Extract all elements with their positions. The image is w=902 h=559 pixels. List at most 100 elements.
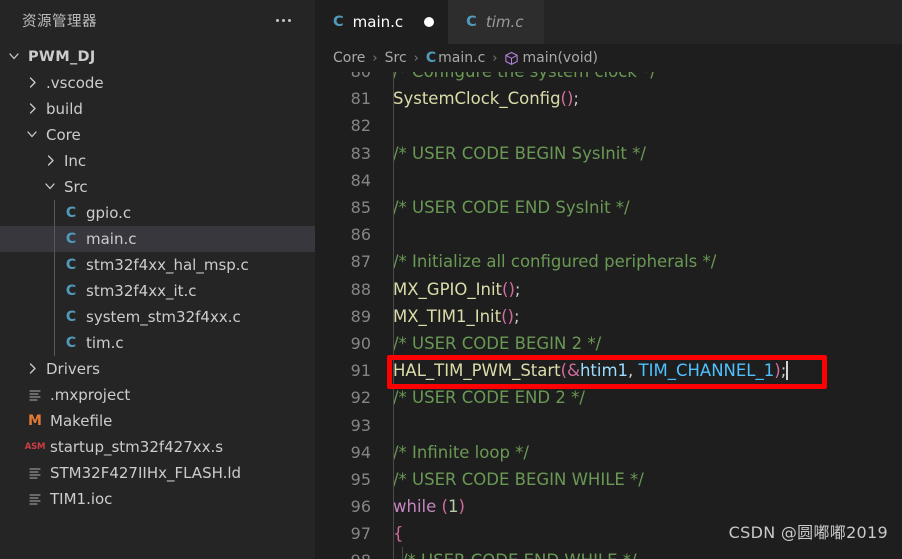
- code-line-90: 90 /* USER CODE BEGIN 2 */: [315, 329, 902, 358]
- indent-guide: [393, 72, 394, 86]
- tree-file-stm32f4xx-hal-msp-c[interactable]: Cstm32f4xx_hal_msp.c: [0, 252, 315, 278]
- code-line-86: 86: [315, 221, 902, 249]
- c-file-icon: C: [333, 14, 344, 30]
- tree-file-system-stm32f4xx-c[interactable]: Csystem_stm32f4xx.c: [0, 304, 315, 330]
- tree-folder-build[interactable]: build: [0, 96, 315, 122]
- ellipsis-icon[interactable]: [276, 18, 301, 22]
- chevron-right-icon[interactable]: [42, 148, 60, 174]
- tree-folder-inc[interactable]: Inc: [0, 148, 315, 174]
- explorer-title: 资源管理器: [22, 13, 97, 30]
- tree-folder-drivers[interactable]: Drivers: [0, 356, 315, 382]
- editor-tab-tim-c[interactable]: Ctim.c: [448, 0, 544, 44]
- code-token: /* USER CODE BEGIN SysInit */: [393, 143, 646, 163]
- text-cursor: [786, 361, 788, 381]
- breadcrumb-label: Src: [384, 50, 407, 66]
- code-line-91: 91 HAL_TIM_PWM_Start(&htim1, TIM_CHANNEL_…: [315, 357, 902, 385]
- indent-guide: [393, 302, 394, 330]
- indent-guide: [393, 384, 394, 412]
- indent-guide: [393, 85, 394, 113]
- c-file-icon: C: [65, 335, 77, 351]
- tree-file-mxproject[interactable]: .mxproject: [0, 382, 315, 408]
- chevron-right-icon[interactable]: [24, 96, 42, 122]
- code-line-text: while (1): [393, 497, 465, 516]
- code-token: &: [567, 361, 580, 381]
- indent-guide: [393, 357, 394, 385]
- code-token: htim1: [579, 361, 629, 381]
- text-file-icon: [24, 492, 46, 506]
- code-line-81: 81 SystemClock_Config();: [315, 85, 902, 113]
- tree-item-label: stm32f4xx_it.c: [86, 282, 197, 300]
- tree-folder-core[interactable]: Core: [0, 122, 315, 148]
- chevron-right-icon[interactable]: [24, 356, 42, 382]
- code-editor[interactable]: 80/* Configure the system clock */ 81 Syst…: [315, 72, 902, 559]
- tree-folder-vscode[interactable]: .vscode: [0, 70, 315, 96]
- editor-tab-main-c[interactable]: Cmain.c: [315, 0, 449, 44]
- code-token: ,: [628, 361, 639, 381]
- breadcrumb-label: Core: [333, 50, 366, 66]
- breadcrumb-item-main-void-[interactable]: main(void): [504, 50, 598, 66]
- tree-file-tim1-ioc[interactable]: TIM1.ioc: [0, 486, 315, 512]
- unsaved-dot-icon[interactable]: [424, 17, 435, 27]
- c-file-icon: C: [425, 50, 437, 66]
- chevron-down-icon[interactable]: [42, 174, 60, 200]
- tree-folder-src[interactable]: Src: [0, 174, 315, 200]
- tree-item-label: Makefile: [50, 412, 113, 430]
- file-tree: PWM_DJ .vscode build Core Inc Src Cgpio.c Cmain…: [0, 40, 315, 512]
- code-token: /* Initialize all configured peripherals…: [393, 252, 717, 272]
- tree-item-label: Inc: [64, 152, 87, 170]
- chevron-down-icon[interactable]: [24, 122, 42, 148]
- line-number: 86: [350, 225, 371, 245]
- breadcrumb-item-main-c[interactable]: Cmain.c: [426, 50, 485, 66]
- code-token: 1: [447, 497, 459, 517]
- code-line-83: 83 /* USER CODE BEGIN SysInit */: [315, 139, 902, 167]
- breadcrumb-label: main.c: [438, 50, 486, 66]
- code-line-92: 92 /* USER CODE END 2 */: [315, 384, 902, 412]
- indent-guide: [393, 520, 394, 548]
- code-token: MX_TIM1_Init: [393, 306, 502, 326]
- indent-guide: [393, 221, 394, 249]
- breadcrumb-separator: ›: [413, 50, 419, 66]
- code-token: /* USER CODE BEGIN 2 */: [393, 333, 602, 353]
- code-line-85: 85 /* USER CODE END SysInit */: [315, 193, 902, 222]
- chevron-down-icon[interactable]: [6, 44, 24, 70]
- explorer-sidebar: 资源管理器 PWM_DJ .vscode build Core Inc Src Cgpio.…: [0, 0, 315, 559]
- code-line-text: /* Infinite loop */: [393, 443, 529, 462]
- chevron-right-icon[interactable]: [24, 70, 42, 96]
- tree-file-stm32f4xx-it-c[interactable]: Cstm32f4xx_it.c: [0, 278, 315, 304]
- tree-file-stm32f427iihx-flash-ld[interactable]: STM32F427IIHx_FLASH.ld: [0, 460, 315, 486]
- line-number: 80: [315, 72, 393, 81]
- code-line-89: 89 MX_TIM1_Init();: [315, 302, 902, 330]
- tree-file-makefile[interactable]: M Makefile: [0, 408, 315, 434]
- text-file-icon: [24, 466, 46, 480]
- breadcrumb-item-src[interactable]: Src: [385, 50, 407, 66]
- c-file-icon: C: [65, 257, 77, 273]
- indent-guide: [393, 166, 394, 194]
- code-line-84: 84: [315, 166, 902, 194]
- code-token: /* USER CODE BEGIN WHILE */: [393, 469, 644, 489]
- tree-file-tim-c[interactable]: Ctim.c: [0, 330, 315, 356]
- line-number: 82: [350, 116, 371, 136]
- text-file-icon: [24, 388, 46, 402]
- breadcrumb-item-core[interactable]: Core: [333, 50, 365, 66]
- code-token: /* USER CODE END 2 */: [393, 388, 585, 408]
- code-line-text: MX_GPIO_Init();: [393, 280, 520, 299]
- line-number: 98: [315, 551, 393, 559]
- indent-guide: [393, 275, 394, 303]
- code-token: (): [560, 89, 574, 109]
- line-number: 87: [350, 252, 371, 272]
- indent-guide: [54, 200, 55, 226]
- tree-item-label: gpio.c: [86, 204, 132, 222]
- code-token: ;: [514, 279, 521, 299]
- code-line-94: 94 /* Infinite loop */: [315, 438, 902, 466]
- editor-tab-bar: Cmain.c Ctim.c: [315, 0, 902, 44]
- indent-guide: [393, 139, 394, 167]
- tree-file-gpio-c[interactable]: Cgpio.c: [0, 200, 315, 226]
- indent-guide: [393, 465, 394, 493]
- tree-folder-pwm-dj[interactable]: PWM_DJ: [0, 44, 315, 70]
- line-number: 84: [350, 170, 371, 190]
- code-line-text: SystemClock_Config();: [393, 89, 579, 108]
- tree-file-main-c[interactable]: Cmain.c: [0, 226, 315, 252]
- tree-file-startup-stm32f427xx-s[interactable]: ASM startup_stm32f427xx.s: [0, 434, 315, 460]
- line-number: 90: [350, 333, 371, 353]
- code-line-text: MX_TIM1_Init();: [393, 307, 520, 326]
